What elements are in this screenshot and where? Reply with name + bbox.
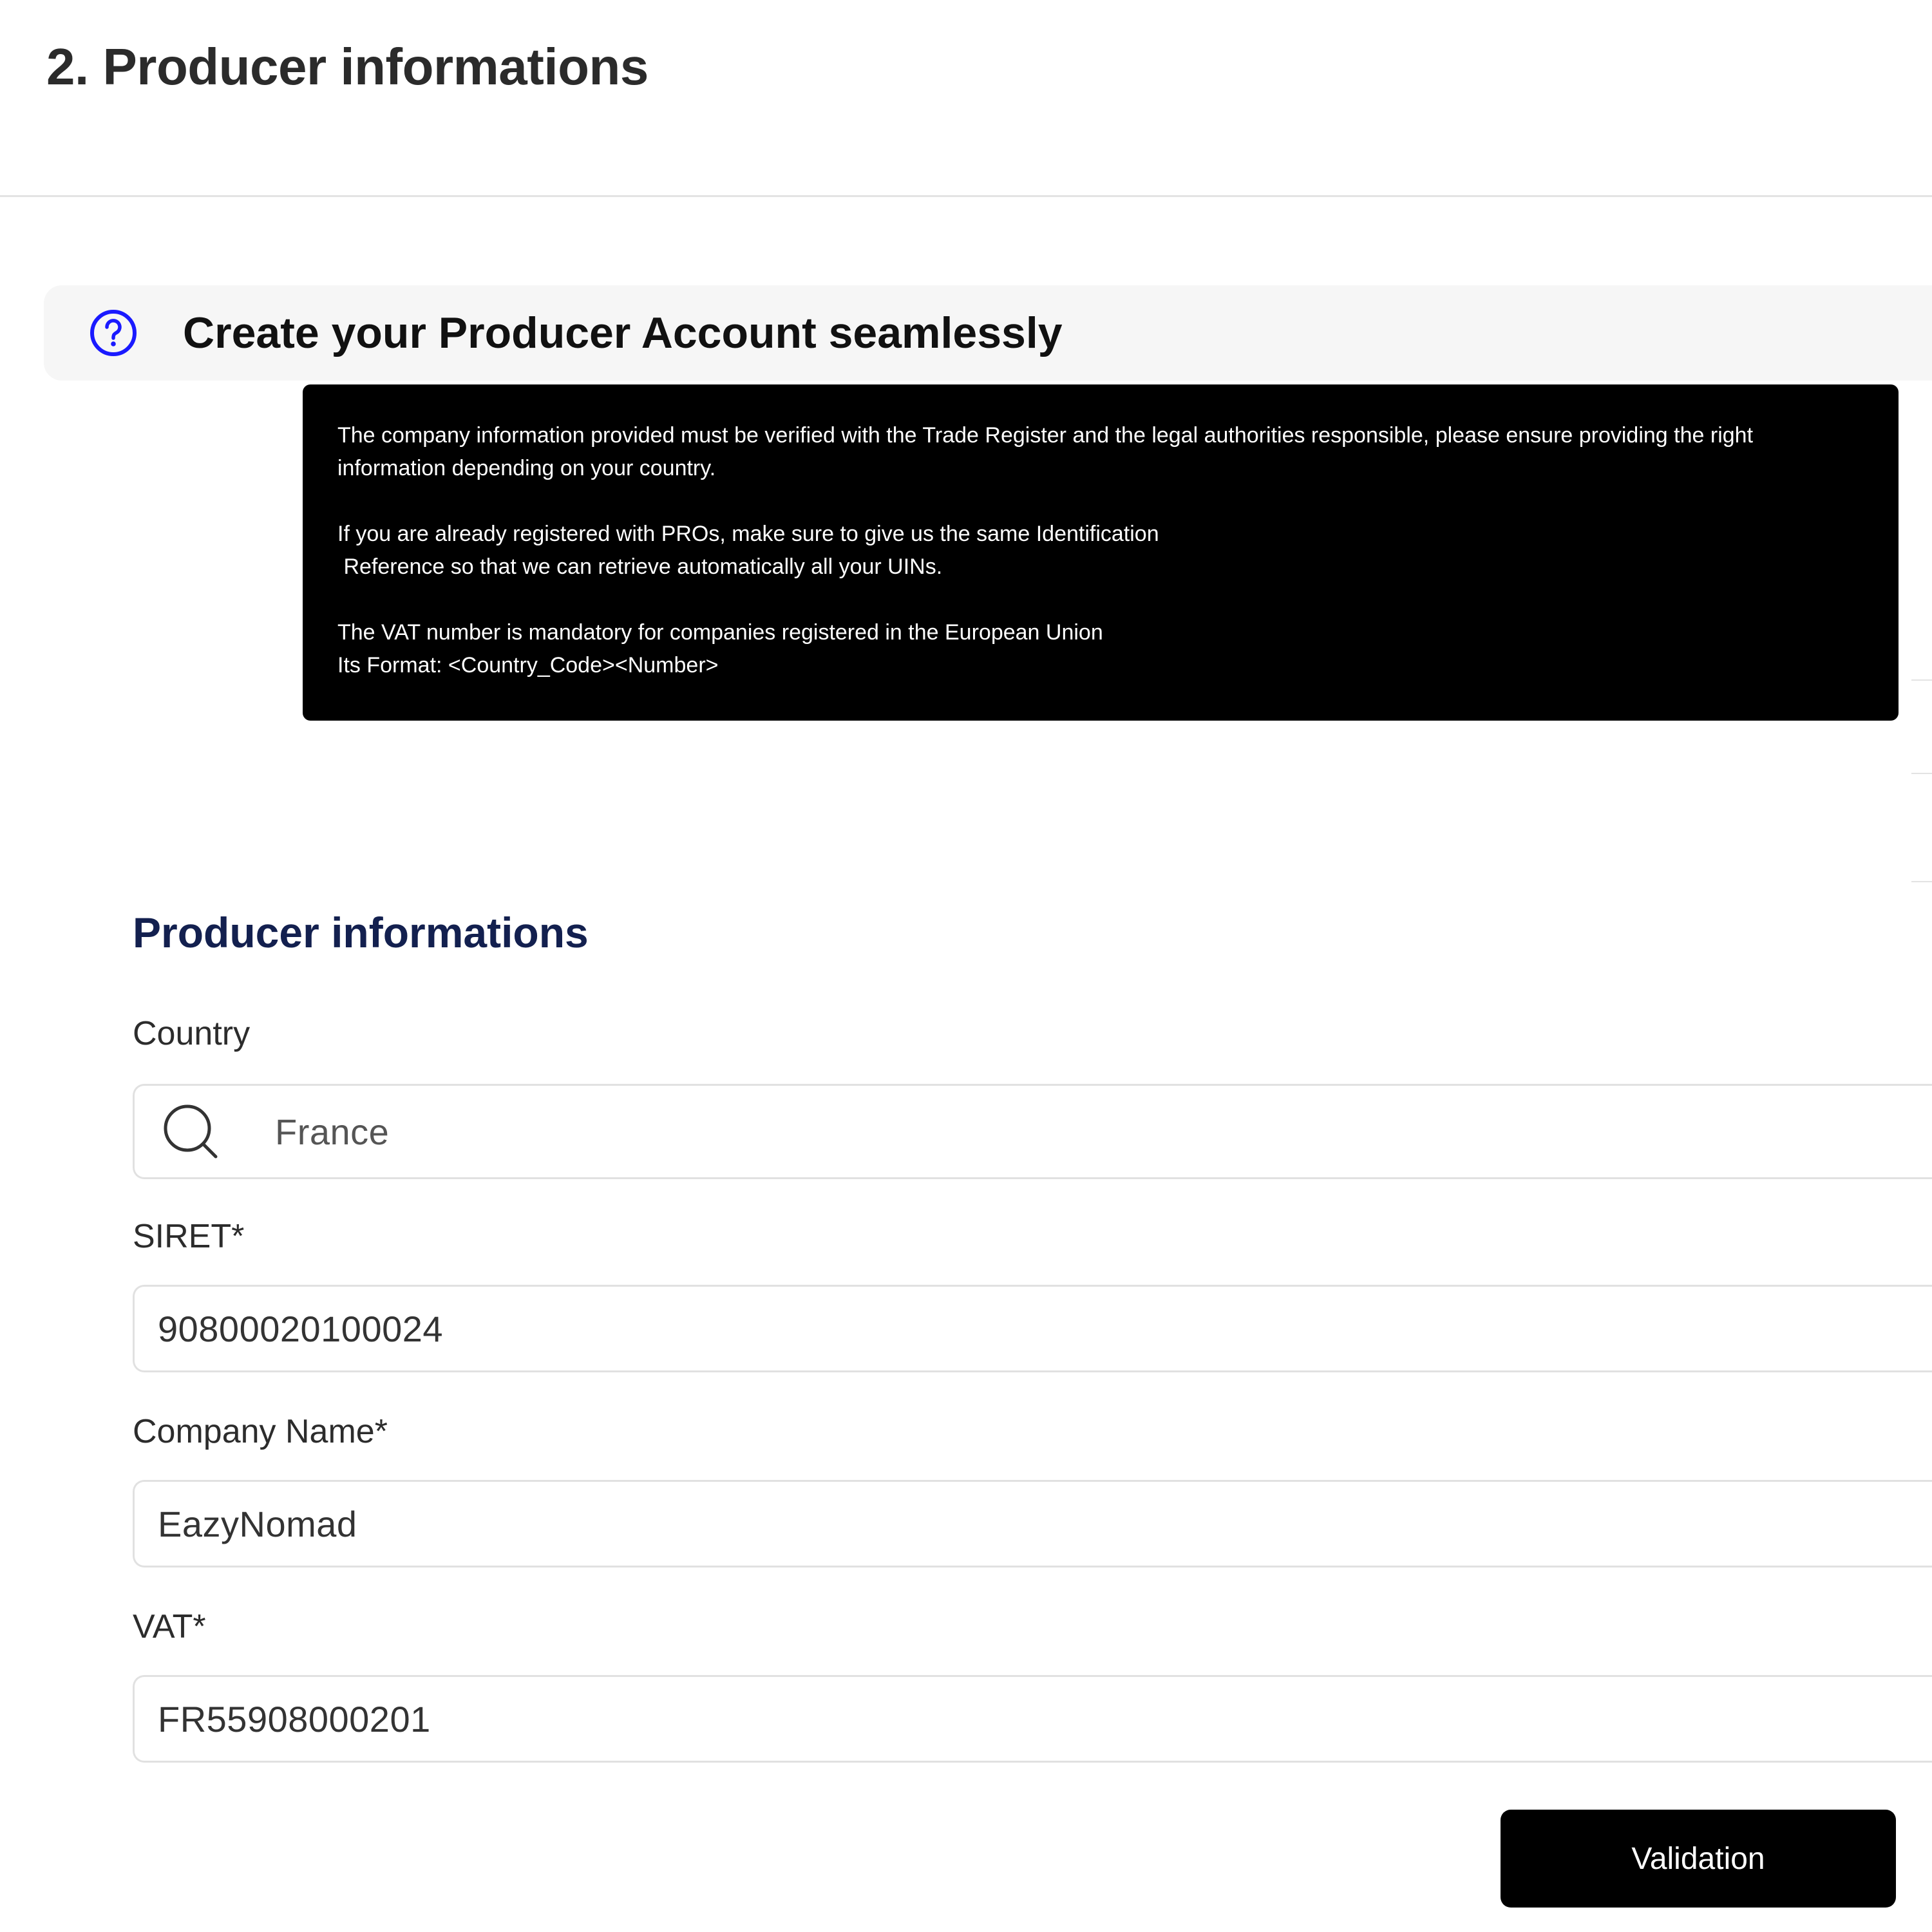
- tooltip-line: The VAT number is mandatory for companie…: [337, 620, 1103, 645]
- company-name-label: Company Name*: [133, 1413, 388, 1450]
- company-name-field[interactable]: EazyNomad: [133, 1480, 1932, 1567]
- background-divider: [1911, 679, 1932, 681]
- header-divider: [0, 195, 1932, 197]
- country-label: Country: [133, 1015, 251, 1052]
- section-title: Producer informations: [133, 909, 589, 956]
- vat-field[interactable]: FR55908000201: [133, 1675, 1932, 1763]
- background-divider: [1911, 773, 1932, 774]
- vat-value: FR55908000201: [158, 1698, 431, 1739]
- tooltip-line: If you are already registered with PROs,…: [337, 522, 1159, 546]
- country-value: France: [275, 1111, 390, 1152]
- help-banner: Create your Producer Account seamlessly: [44, 285, 1932, 381]
- tooltip-line: Its Format: <Country_Code><Number>: [337, 653, 719, 677]
- tooltip-line: The company information provided must be…: [337, 423, 1754, 448]
- company-name-value: EazyNomad: [158, 1503, 357, 1544]
- tooltip-line: Reference so that we can retrieve automa…: [337, 554, 943, 579]
- question-circle-icon[interactable]: [89, 308, 138, 357]
- siret-value: 90800020100024: [158, 1308, 444, 1349]
- help-tooltip: The company information provided must be…: [303, 384, 1899, 721]
- vat-label: VAT*: [133, 1608, 206, 1645]
- tooltip-line: information depending on your country.: [337, 456, 716, 480]
- siret-label: SIRET*: [133, 1218, 245, 1255]
- page-title: 2. Producer informations: [46, 38, 649, 95]
- help-title: Create your Producer Account seamlessly: [183, 308, 1063, 357]
- siret-field[interactable]: 90800020100024: [133, 1285, 1932, 1372]
- background-divider: [1911, 881, 1932, 882]
- country-search-input[interactable]: France: [133, 1084, 1932, 1179]
- validation-button[interactable]: Validation: [1501, 1810, 1896, 1908]
- search-icon: [162, 1103, 220, 1160]
